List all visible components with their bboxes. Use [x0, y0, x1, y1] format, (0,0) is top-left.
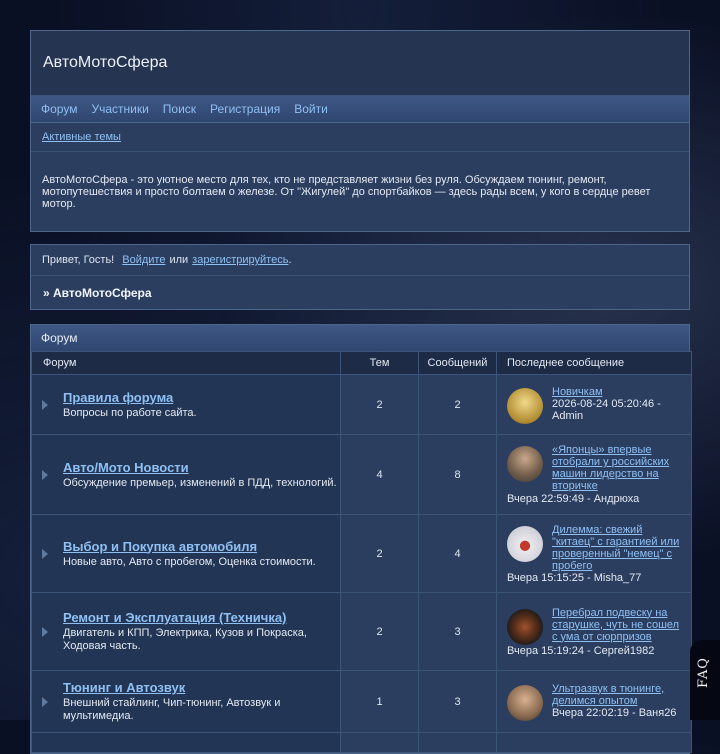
- main-nav: Форум Участники Поиск Регистрация Войти: [31, 96, 689, 123]
- forum-table: Форум Тем Сообщений Последнее сообщение …: [31, 351, 692, 753]
- table-row: Авто/Мото Новости Обсуждение премьер, из…: [31, 434, 692, 515]
- nav-login[interactable]: Войти: [294, 102, 328, 116]
- forum-arrow-icon: [42, 626, 48, 637]
- greeting: Привет, Гость! Войдите или зарегистрируй…: [31, 245, 689, 276]
- col-topics: Тем: [340, 351, 419, 375]
- table-header: Форум Тем Сообщений Последнее сообщение: [31, 351, 692, 375]
- nav-forum[interactable]: Форум: [41, 102, 77, 116]
- post-count: 4: [418, 514, 497, 593]
- last-post-meta: Вчера 15:19:24 - Сергей1982: [507, 644, 655, 657]
- forum-section-title: Форум: [31, 325, 689, 351]
- subnav: Активные темы: [31, 123, 689, 152]
- site-description: АвтоМотоСфера - это уютное место для тех…: [42, 174, 651, 210]
- table-row: Ремонт и Эксплуатация (Техничка) Двигате…: [31, 592, 692, 671]
- topic-count: 2: [340, 374, 419, 435]
- post-count: 2: [418, 374, 497, 435]
- forum-title[interactable]: Выбор и Покупка автомобиля: [63, 539, 316, 554]
- col-forum: Форум: [31, 351, 341, 375]
- topic-count: 2: [340, 514, 419, 593]
- user-avatar[interactable]: [507, 446, 543, 482]
- forum-title[interactable]: Правила форума: [63, 390, 197, 405]
- car-avatar[interactable]: [507, 525, 543, 562]
- forum-arrow-icon: [42, 399, 48, 410]
- forum-title[interactable]: Тюнинг и Автозвук: [63, 680, 340, 695]
- nav-search[interactable]: Поиск: [163, 102, 196, 116]
- forum-desc: Новые авто, Авто с пробегом, Оценка стои…: [63, 555, 316, 568]
- faq-label: FAQ: [696, 657, 711, 688]
- forum-arrow-icon: [42, 548, 48, 559]
- site-title: АвтоМотоСфера: [31, 31, 689, 96]
- forum-title[interactable]: Авто/Мото Новости: [63, 460, 337, 475]
- greeting-panel: Привет, Гость! Войдите или зарегистрируй…: [30, 244, 690, 310]
- greeting-or: или: [169, 254, 189, 266]
- nav-register[interactable]: Регистрация: [210, 102, 280, 116]
- greeting-dot: .: [288, 254, 292, 266]
- table-row: Правила форума Вопросы по работе сайта. …: [31, 374, 692, 435]
- last-post-link[interactable]: «Японцы» впервые отобрали у российских м…: [552, 444, 683, 492]
- col-posts: Сообщений: [418, 351, 497, 375]
- header-panel: АвтоМотоСфера Форум Участники Поиск Реги…: [30, 30, 690, 232]
- forum-panel: Форум Форум Тем Сообщений Последнее сооб…: [30, 324, 692, 754]
- nav-members[interactable]: Участники: [91, 102, 148, 116]
- moto-avatar[interactable]: [507, 608, 543, 645]
- last-post-meta: Вчера 15:15:25 - Misha_77: [507, 571, 642, 584]
- forum-arrow-icon: [42, 696, 48, 707]
- last-post-link[interactable]: Новичкам: [552, 386, 683, 398]
- topic-count: 4: [340, 434, 419, 515]
- col-last-post: Последнее сообщение: [496, 351, 692, 375]
- greeting-text: Привет, Гость!: [42, 254, 115, 266]
- last-post-meta: Вчера 22:59:49 - Андрюха: [507, 493, 640, 505]
- post-count: 3: [418, 670, 497, 733]
- login-link[interactable]: Войдите: [122, 254, 165, 266]
- register-link[interactable]: зарегистрируйтесь: [192, 254, 288, 266]
- user-avatar[interactable]: [507, 684, 543, 721]
- admin-avatar[interactable]: [507, 387, 543, 424]
- table-row: [31, 732, 692, 753]
- last-post-meta: 2026-08-24 05:20:46 - Admin: [552, 397, 661, 422]
- forum-desc: Внешний стайлинг, Чип-тюнинг, Автозвук и…: [63, 697, 281, 722]
- last-post-link[interactable]: Ультразвук в тюнинге, делимся опытом: [552, 683, 683, 707]
- post-count: 3: [418, 592, 497, 671]
- forum-arrow-icon: [42, 469, 48, 480]
- topic-count: 2: [340, 592, 419, 671]
- breadcrumb: » АвтоМотоСфера: [43, 285, 152, 300]
- forum-desc: Двигатель и КПП, Электрика, Кузов и Покр…: [63, 627, 307, 652]
- topic-count: 1: [340, 670, 419, 733]
- last-post-link[interactable]: Дилемма: свежий "китаец" с гарантией или…: [552, 524, 683, 572]
- last-post-link[interactable]: Перебрал подвеску на старушке, чуть не с…: [552, 607, 683, 643]
- forum-desc: Обсуждение премьер, изменений в ПДД, тех…: [63, 476, 337, 489]
- table-row: Тюнинг и Автозвук Внешний стайлинг, Чип-…: [31, 670, 692, 733]
- post-count: 8: [418, 434, 497, 515]
- forum-title[interactable]: Ремонт и Эксплуатация (Техничка): [63, 610, 340, 625]
- table-row: Выбор и Покупка автомобиля Новые авто, А…: [31, 514, 692, 593]
- faq-tab[interactable]: FAQ: [690, 640, 720, 720]
- forum-desc: Вопросы по работе сайта.: [63, 406, 197, 419]
- page-wrapper: АвтоМотоСфера Форум Участники Поиск Реги…: [30, 30, 692, 754]
- active-topics-link[interactable]: Активные темы: [42, 131, 121, 143]
- last-post-meta: Вчера 22:02:19 - Ваня26: [552, 706, 677, 719]
